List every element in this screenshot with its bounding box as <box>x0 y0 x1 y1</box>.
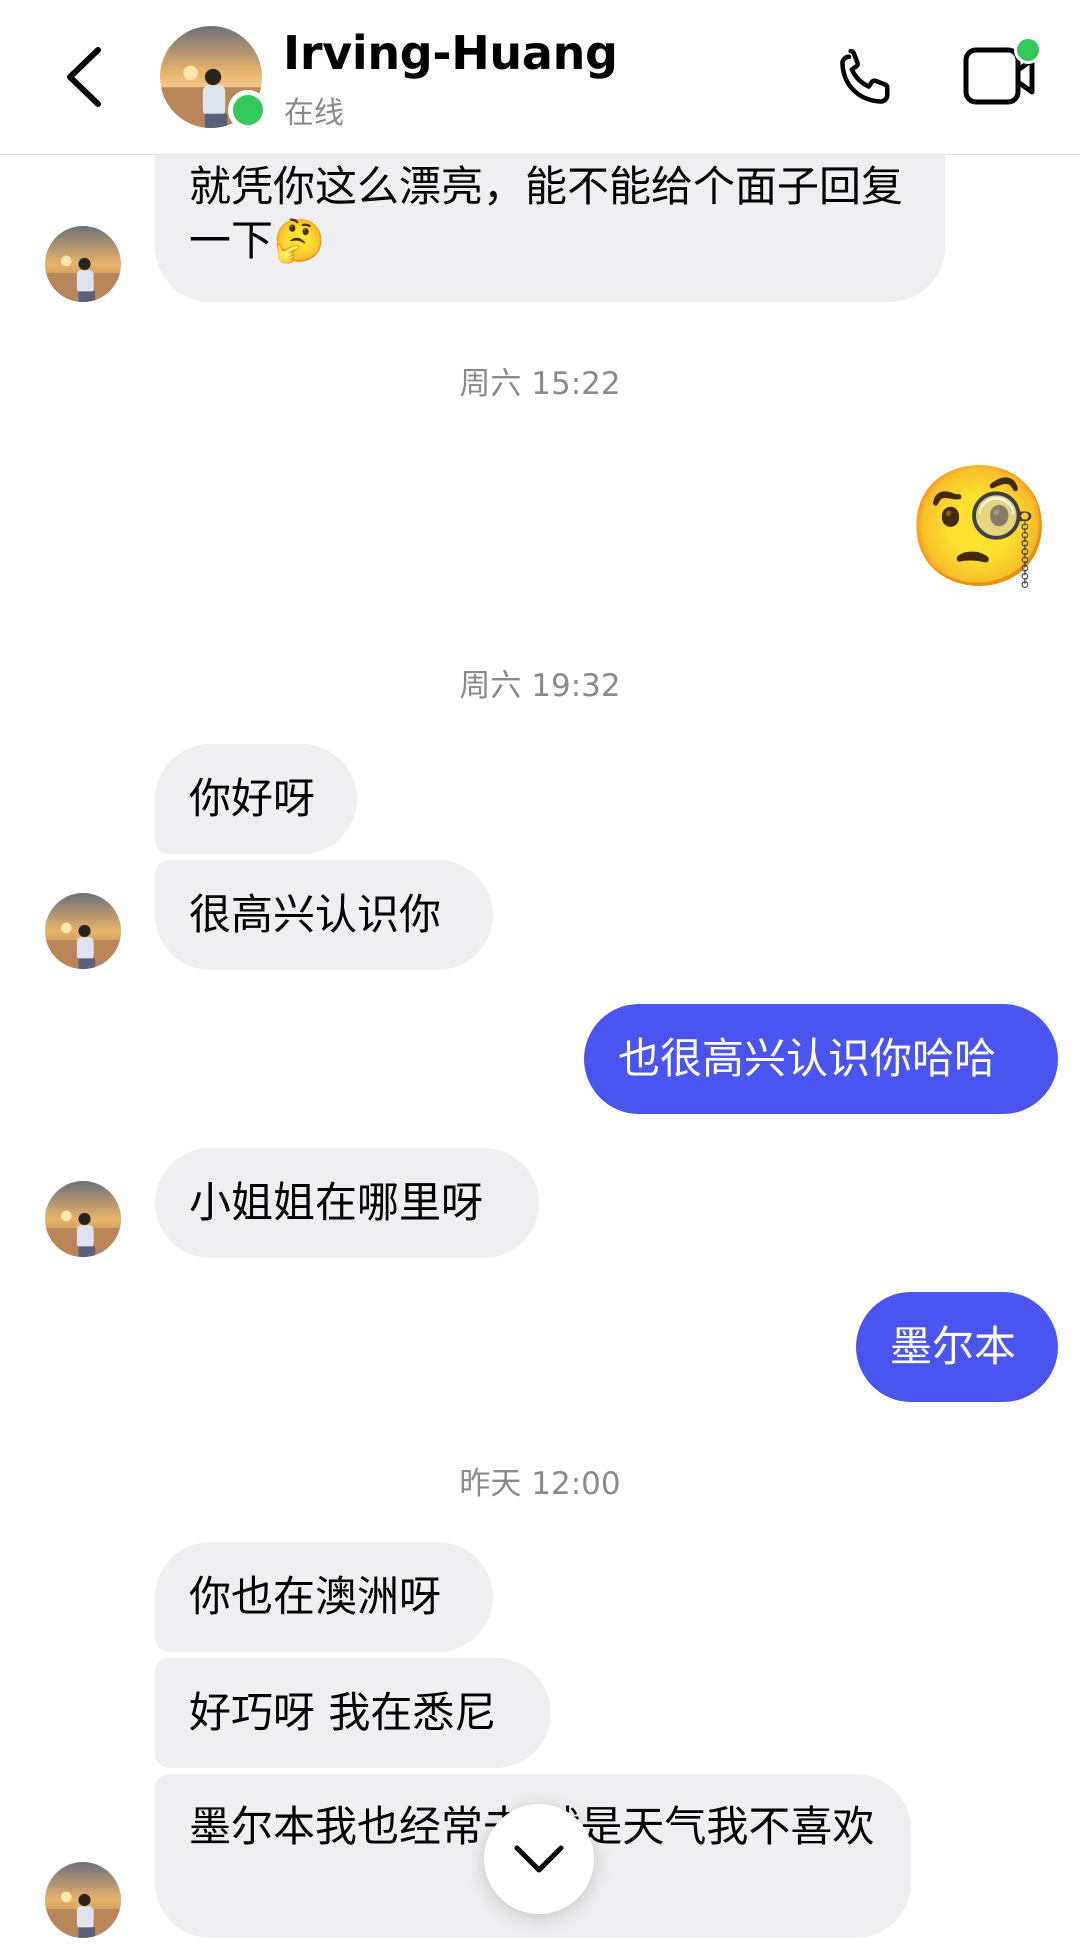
sticker-message[interactable]: 🧐 <box>906 456 1053 596</box>
outgoing-message[interactable]: 墨尔本 <box>856 1292 1058 1402</box>
sender-avatar[interactable] <box>45 893 121 969</box>
avatar-image <box>45 1862 121 1938</box>
message-text: 就凭你这么漂亮，能不能给个面子回复一下🤔 <box>189 162 904 265</box>
timestamp: 周六 19:32 <box>459 668 621 704</box>
scroll-to-bottom-button[interactable] <box>484 1804 594 1914</box>
voice-call-button[interactable] <box>832 44 900 112</box>
video-notification-dot <box>1014 36 1042 64</box>
chevron-down-icon <box>514 1845 564 1873</box>
back-chevron-icon <box>67 47 101 107</box>
message-text: 好巧呀 我在悉尼 <box>189 1688 497 1737</box>
avatar-image <box>45 1181 121 1257</box>
sender-avatar[interactable] <box>45 1862 121 1938</box>
sender-avatar[interactable] <box>45 226 121 302</box>
chat-header: Irving-Huang 在线 <box>0 0 1080 155</box>
avatar-image <box>45 893 121 969</box>
contact-status: 在线 <box>284 96 344 131</box>
incoming-message[interactable]: 就凭你这么漂亮，能不能给个面子回复一下🤔 <box>155 132 945 302</box>
message-text: 也很高兴认识你哈哈 <box>618 1034 997 1083</box>
back-button[interactable] <box>58 42 118 112</box>
incoming-message[interactable]: 小姐姐在哪里呀 <box>155 1148 539 1258</box>
timestamp: 昨天 12:00 <box>459 1466 621 1502</box>
message-text: 墨尔本 <box>890 1322 1017 1371</box>
outgoing-message[interactable]: 也很高兴认识你哈哈 <box>584 1004 1058 1114</box>
message-text: 你也在澳洲呀 <box>189 1572 442 1621</box>
message-text: 很高兴认识你 <box>189 890 442 939</box>
contact-avatar[interactable] <box>160 26 268 130</box>
incoming-message[interactable]: 你也在澳洲呀 <box>155 1542 493 1652</box>
contact-name[interactable]: Irving-Huang <box>283 26 618 80</box>
timestamp: 周六 15:22 <box>459 366 621 402</box>
online-indicator <box>228 90 268 130</box>
chat-screen: Irving-Huang 在线 就凭你这么漂亮，能不能给个面子回复一下🤔 周六 … <box>0 0 1080 1958</box>
video-call-button[interactable] <box>962 36 1042 112</box>
message-text: 你好呀 <box>189 774 316 823</box>
incoming-message[interactable]: 你好呀 <box>155 744 357 854</box>
sender-avatar[interactable] <box>45 1181 121 1257</box>
incoming-message[interactable]: 很高兴认识你 <box>155 860 493 970</box>
avatar-image <box>45 226 121 302</box>
message-text: 小姐姐在哪里呀 <box>189 1178 484 1227</box>
incoming-message[interactable]: 好巧呀 我在悉尼 <box>155 1658 551 1768</box>
phone-icon <box>840 48 890 104</box>
